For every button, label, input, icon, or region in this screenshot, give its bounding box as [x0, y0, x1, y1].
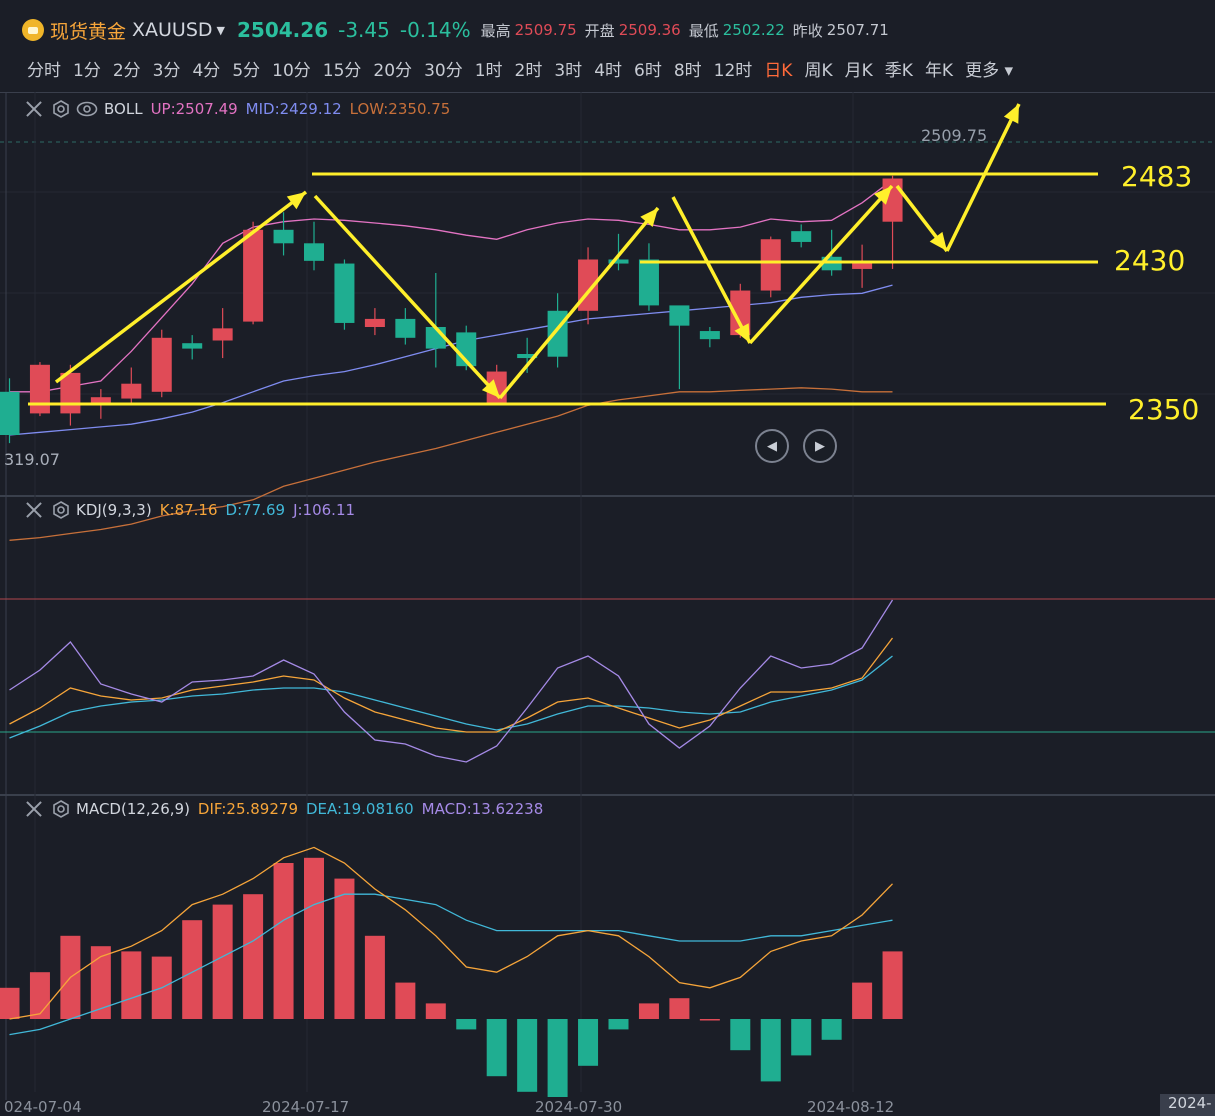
- candle-body: [760, 239, 781, 291]
- kdj-j-line: [9, 599, 894, 763]
- trend-arrow-head: [286, 192, 306, 210]
- price-max-tag: 2509.75: [921, 126, 988, 145]
- candle-body: [151, 337, 172, 392]
- macd-histogram-bar: [791, 1019, 812, 1056]
- scroll-right-button[interactable]: ▶: [803, 429, 837, 463]
- candle-body: [60, 372, 81, 414]
- level-label-support: 2350: [1128, 393, 1200, 426]
- boll-mid-value: MID:2429.12: [245, 100, 342, 118]
- gear-icon[interactable]: [52, 501, 70, 519]
- macd-histogram-bar: [456, 1019, 477, 1030]
- macd-dif-line: [9, 846, 893, 1020]
- chart-canvas: [0, 92, 1215, 1100]
- macd-histogram-bar: [517, 1019, 538, 1092]
- candle-body: [669, 305, 690, 326]
- close-icon[interactable]: [24, 99, 44, 119]
- macd-histogram-bar: [699, 1019, 720, 1021]
- trend-arrow-head: [929, 231, 947, 251]
- macd-histogram-bar: [304, 857, 324, 1019]
- macd-histogram-bar: [243, 894, 264, 1019]
- level-label-resistance: 2483: [1121, 160, 1193, 193]
- candle-body: [121, 383, 142, 399]
- macd-histogram-bar: [578, 1019, 599, 1066]
- macd-histogram-bar: [29, 972, 50, 1019]
- candle-body: [699, 331, 720, 340]
- candle-body: [334, 263, 355, 323]
- macd-histogram-bar: [638, 1003, 659, 1019]
- boll-low-value: LOW:2350.75: [349, 100, 451, 118]
- macd-histogram-bar: [669, 998, 690, 1019]
- kdj-d-value: D:77.69: [225, 501, 286, 519]
- macd-hist-value: MACD:13.62238: [421, 800, 544, 818]
- candle-body: [638, 259, 659, 306]
- macd-dif-value: DIF:25.89279: [197, 800, 298, 818]
- macd-histogram-bar: [547, 1019, 568, 1097]
- level-label-middle: 2430: [1114, 244, 1186, 277]
- macd-histogram-bar: [121, 951, 142, 1019]
- candle-body: [364, 318, 385, 327]
- date-label: 024-07-04: [4, 1098, 82, 1116]
- macd-histogram-bar: [882, 951, 903, 1019]
- macd-dea-line: [9, 893, 893, 1036]
- scroll-left-button[interactable]: ◀: [755, 429, 789, 463]
- kdj-legend: KDJ(9,3,3) K:87.16 D:77.69 J:106.11: [24, 499, 363, 521]
- boll-upper-line: [9, 179, 893, 393]
- macd-histogram-bar: [821, 1019, 842, 1040]
- close-icon[interactable]: [24, 799, 44, 819]
- macd-histogram-bar: [182, 920, 203, 1019]
- date-label-current: 2024-: [1160, 1094, 1215, 1116]
- boll-legend: BOLL UP:2507.49 MID:2429.12 LOW:2350.75: [24, 98, 458, 120]
- macd-histogram-bar: [852, 982, 873, 1019]
- boll-mid-line: [9, 284, 893, 436]
- date-label: 2024-08-12: [807, 1098, 895, 1116]
- macd-histogram-bar: [364, 935, 385, 1019]
- macd-histogram-bar: [0, 987, 20, 1019]
- macd-legend: MACD(12,26,9) DIF:25.89279 DEA:19.08160 …: [24, 798, 551, 820]
- candle-body: [182, 343, 203, 349]
- candle-body: [0, 391, 20, 435]
- date-label: 2024-07-30: [535, 1098, 623, 1116]
- macd-histogram-bar: [760, 1019, 781, 1082]
- eye-icon[interactable]: [76, 100, 98, 118]
- kdj-j-value: J:106.11: [293, 501, 356, 519]
- macd-histogram-bar: [608, 1019, 629, 1030]
- trend-arrow-line: [54, 190, 308, 384]
- macd-histogram-bar: [730, 1019, 751, 1051]
- candle-body: [304, 243, 324, 261]
- price-min-tag: 319.07: [4, 450, 60, 469]
- macd-histogram-bar: [334, 878, 355, 1019]
- kdj-name: KDJ(9,3,3): [76, 501, 152, 519]
- kdj-k-value: K:87.16: [159, 501, 218, 519]
- gear-icon[interactable]: [52, 100, 70, 118]
- boll-up-value: UP:2507.49: [150, 100, 238, 118]
- macd-dea-value: DEA:19.08160: [306, 800, 414, 818]
- macd-histogram-bar: [273, 863, 294, 1019]
- candle-body: [29, 364, 50, 414]
- kdj-k-line: [9, 637, 894, 733]
- macd-name: MACD(12,26,9): [76, 800, 190, 818]
- macd-histogram-bar: [425, 1003, 446, 1019]
- candle-body: [212, 328, 233, 341]
- trend-arrow-line: [498, 206, 660, 400]
- candle-body: [395, 318, 416, 338]
- candle-body: [273, 229, 294, 244]
- macd-histogram-bar: [212, 904, 233, 1019]
- candle-body: [791, 231, 812, 242]
- boll-name: BOLL: [104, 100, 143, 118]
- candle-body: [243, 229, 264, 322]
- macd-histogram-bar: [486, 1019, 507, 1077]
- gear-icon[interactable]: [52, 800, 70, 818]
- close-icon[interactable]: [24, 500, 44, 520]
- macd-histogram-bar: [395, 982, 416, 1019]
- date-label: 2024-07-17: [262, 1098, 350, 1116]
